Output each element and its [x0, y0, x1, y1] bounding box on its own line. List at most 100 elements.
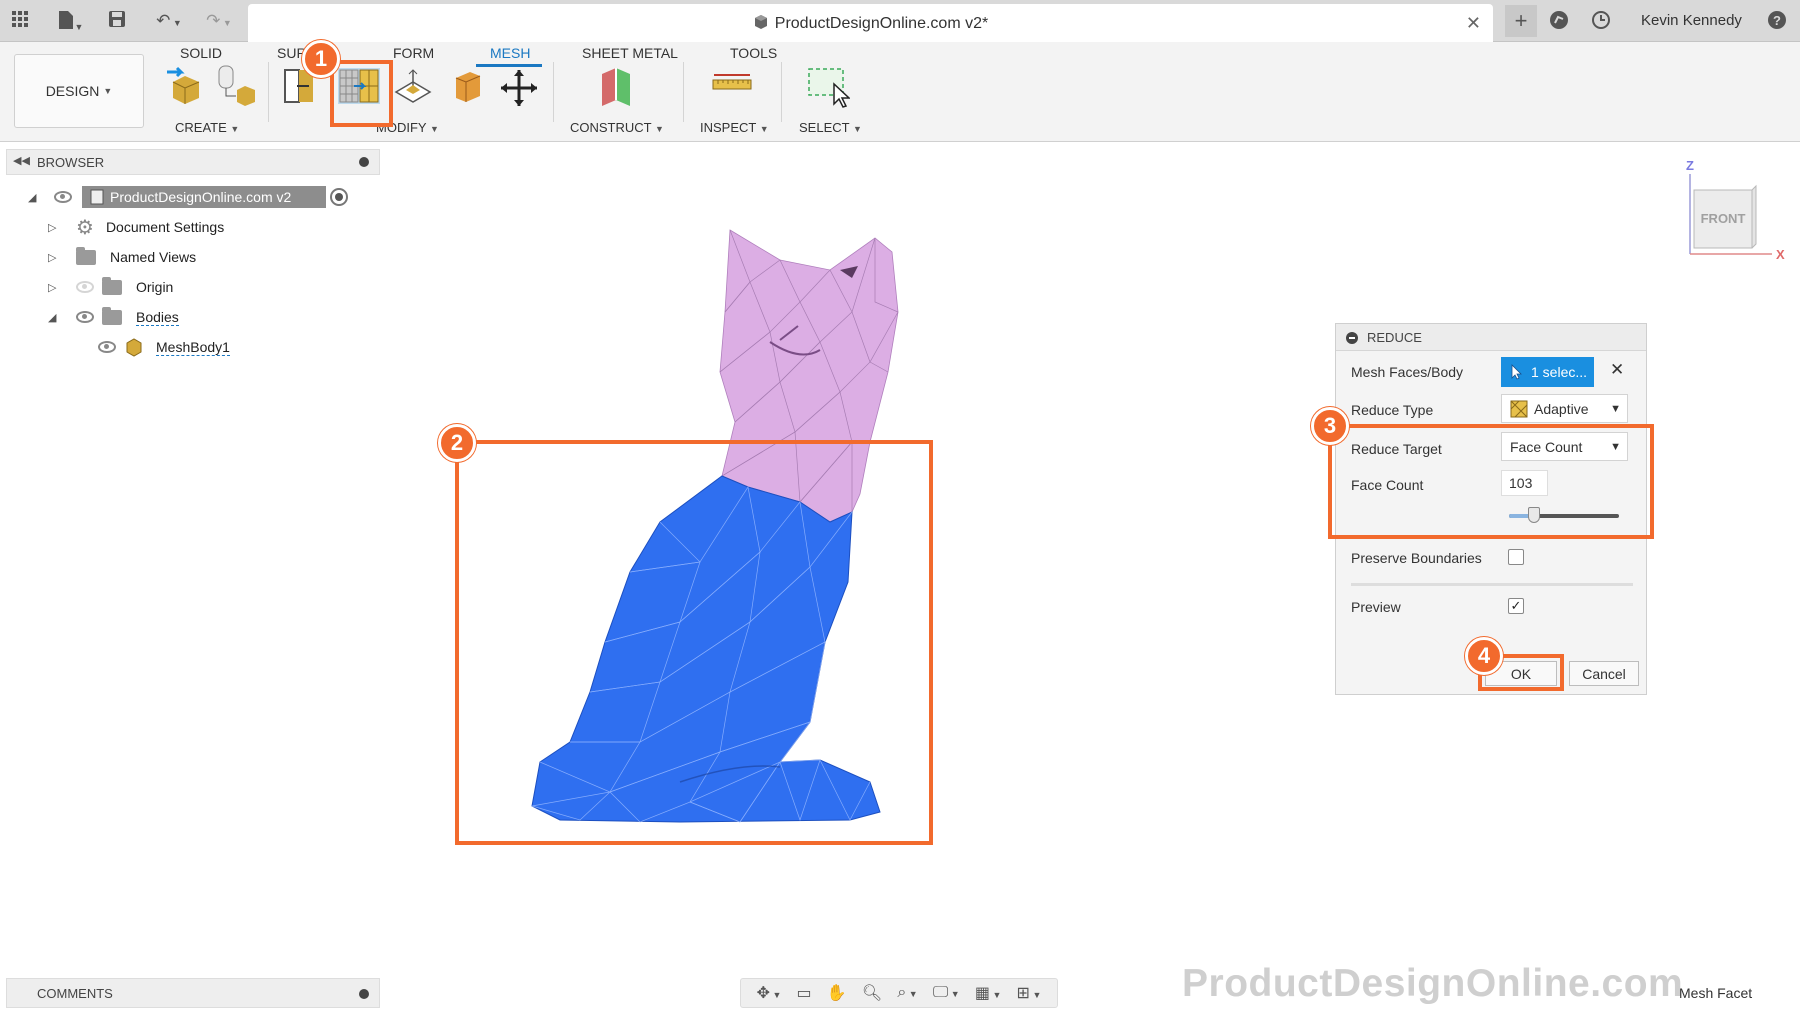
root-label: ProductDesignOnline.com v2: [110, 189, 292, 205]
ribbon-separator: [553, 62, 554, 122]
visibility-eye-icon[interactable]: [54, 191, 72, 203]
user-name[interactable]: Kevin Kennedy: [1641, 12, 1742, 29]
workspace-switcher[interactable]: DESIGN ▼: [14, 54, 144, 128]
workspace-label: DESIGN: [45, 83, 100, 99]
browser-header[interactable]: ◀◀ BROWSER: [6, 149, 380, 175]
collapsed-triangle-icon[interactable]: ▷: [48, 281, 60, 294]
view-cube-front-face[interactable]: FRONT: [1701, 211, 1746, 226]
move-icon[interactable]: [497, 68, 541, 113]
preview-checkbox[interactable]: ✓: [1508, 598, 1524, 614]
gear-icon: ⚙: [76, 216, 94, 239]
browser-root[interactable]: ◢ ProductDesignOnline.com v2: [28, 185, 348, 209]
tab-form[interactable]: FORM: [393, 45, 434, 61]
reduce-type-label: Reduce Type: [1351, 402, 1434, 418]
comments-label: COMMENTS: [37, 986, 113, 1001]
browser-title: BROWSER: [37, 155, 105, 170]
tree-item-label: Document Settings: [105, 219, 225, 235]
title-bar: ▼ ↶ ▼ ↷ ▼ ProductDesignOnline.com v2* ✕ …: [0, 0, 1800, 42]
dropdown-arrow-icon: ▼: [1610, 403, 1621, 415]
look-at-icon[interactable]: ▭: [797, 983, 812, 1003]
viewports-icon[interactable]: ⊞ ▼: [1017, 983, 1042, 1003]
expanded-triangle-icon[interactable]: ◢: [48, 311, 60, 324]
save-icon[interactable]: [106, 10, 128, 32]
browser-item-bodies[interactable]: ◢ Bodies: [48, 305, 179, 329]
dialog-header[interactable]: REDUCE: [1336, 324, 1646, 351]
grid-settings-icon[interactable]: ▦ ▼: [975, 983, 1002, 1003]
browser-pin-icon[interactable]: [359, 157, 369, 167]
document-title: ProductDesignOnline.com v2*: [774, 15, 989, 32]
smooth-icon[interactable]: [450, 68, 484, 109]
display-settings-icon[interactable]: 🖵︎ ▼: [933, 984, 960, 1002]
expanded-triangle-icon[interactable]: ◢: [28, 191, 40, 204]
annotation-box-mesh-body: [455, 440, 933, 845]
construct-plane-icon[interactable]: [598, 64, 640, 111]
tree-item-label: Named Views: [110, 249, 197, 265]
zoom-window-icon[interactable]: ⌕ ▼: [897, 984, 917, 1002]
help-icon[interactable]: ?: [1766, 10, 1788, 32]
collapsed-triangle-icon[interactable]: ▷: [48, 221, 60, 234]
browser-item-origin[interactable]: ▷ Origin: [48, 275, 173, 299]
activate-radio-icon[interactable]: [330, 188, 348, 206]
measure-icon[interactable]: [712, 72, 752, 101]
ribbon-separator: [781, 62, 782, 122]
navigation-bar: ✥ ▼ ▭ ✋ 🔍︎ ⌕ ▼ 🖵︎ ▼ ▦ ▼ ⊞ ▼: [740, 978, 1058, 1008]
folder-icon: [102, 306, 122, 325]
visibility-eye-icon[interactable]: [76, 311, 94, 323]
tab-mesh[interactable]: MESH: [490, 45, 530, 61]
cursor-arrow-icon: [1511, 364, 1522, 380]
close-tab-icon[interactable]: ✕: [1466, 13, 1481, 34]
extensions-icon[interactable]: [1548, 10, 1570, 32]
preserve-boundaries-checkbox[interactable]: [1508, 549, 1524, 565]
axis-z-label: Z: [1686, 158, 1694, 173]
inspect-group-menu[interactable]: INSPECT ▼: [700, 120, 769, 135]
mesh-faces-label: Mesh Faces/Body: [1351, 364, 1464, 380]
watermark: ProductDesignOnline.com: [1182, 962, 1684, 1005]
insert-mesh-icon[interactable]: [163, 64, 205, 111]
app-grid-icon[interactable]: [9, 10, 31, 32]
visibility-eye-icon[interactable]: [98, 341, 116, 353]
collapsed-triangle-icon[interactable]: ▷: [48, 251, 60, 264]
job-status-icon[interactable]: [1590, 10, 1612, 32]
select-window-icon[interactable]: [806, 66, 851, 115]
active-tab-indicator: [476, 64, 542, 67]
mesh-body-icon: [126, 338, 142, 357]
browser-item-document-settings[interactable]: ▷ ⚙ Document Settings: [48, 215, 224, 239]
select-group-menu[interactable]: SELECT ▼: [799, 120, 862, 135]
ribbon-toolbar: DESIGN ▼ SOLID SUR FORM MESH SHEET METAL …: [0, 42, 1800, 142]
new-tab-icon[interactable]: +: [1505, 5, 1537, 37]
mesh-selection-button[interactable]: 1 selec...: [1501, 357, 1594, 387]
reduce-type-value: Adaptive: [1534, 400, 1589, 417]
collapse-dialog-icon[interactable]: [1346, 332, 1358, 344]
construct-group-menu[interactable]: CONSTRUCT ▼: [570, 120, 664, 135]
browser-item-named-views[interactable]: ▷ Named Views: [48, 245, 196, 269]
hidden-eye-icon[interactable]: [76, 281, 94, 293]
document-tab[interactable]: ProductDesignOnline.com v2* ✕: [248, 4, 1493, 42]
pan-icon[interactable]: ✋: [827, 983, 847, 1003]
tab-sheet-metal[interactable]: SHEET METAL: [582, 45, 678, 61]
annotation-box-reduce-target: [1328, 424, 1654, 539]
zoom-icon[interactable]: 🔍︎: [862, 983, 882, 1003]
orbit-icon[interactable]: ✥ ▼: [757, 983, 782, 1003]
tab-tools[interactable]: TOOLS: [730, 45, 777, 61]
file-menu-icon[interactable]: ▼: [50, 10, 90, 32]
browser-item-meshbody[interactable]: MeshBody1: [98, 335, 230, 359]
clear-selection-icon[interactable]: ✕: [1610, 360, 1624, 380]
view-cube[interactable]: Z X FRONT: [1680, 156, 1790, 266]
document-cube-icon: [754, 15, 767, 29]
tree-item-label: Bodies: [136, 308, 179, 326]
redo-icon[interactable]: ↷ ▼: [198, 10, 240, 32]
comments-add-icon[interactable]: [359, 989, 369, 999]
create-group-menu[interactable]: CREATE ▼: [175, 120, 239, 135]
cancel-button[interactable]: Cancel: [1569, 661, 1639, 686]
tree-item-label: MeshBody1: [156, 338, 230, 356]
folder-icon: [102, 276, 122, 295]
create-face-group-icon[interactable]: [215, 64, 259, 113]
ribbon-separator: [683, 62, 684, 122]
comments-panel[interactable]: COMMENTS: [6, 978, 380, 1008]
remesh-icon[interactable]: [392, 66, 434, 111]
selection-mode-status[interactable]: Mesh Facet: [1679, 985, 1752, 1001]
undo-icon[interactable]: ↶ ▼: [148, 10, 190, 32]
reduce-type-dropdown[interactable]: Adaptive ▼: [1501, 394, 1628, 423]
collapse-browser-icon[interactable]: ◀◀: [13, 154, 30, 167]
tab-solid[interactable]: SOLID: [180, 45, 222, 61]
